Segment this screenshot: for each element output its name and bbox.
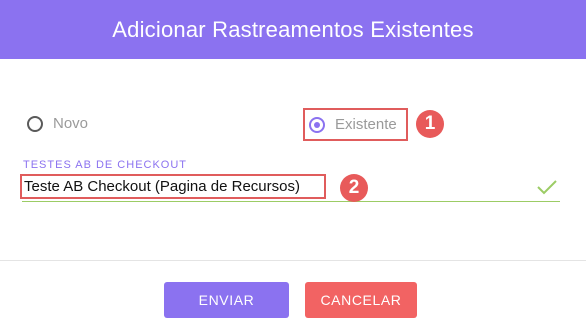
dialog-header: Adicionar Rastreamentos Existentes (0, 0, 586, 59)
radio-label-novo: Novo (53, 115, 89, 132)
dialog-title: Adicionar Rastreamentos Existentes (112, 16, 474, 42)
footer-divider (0, 260, 586, 261)
radio-checked-icon[interactable] (309, 116, 325, 133)
field-underline (22, 201, 560, 202)
checkout-ab-tests-label: TESTES AB DE CHECKOUT (23, 159, 188, 171)
radio-option-novo[interactable]: Novo (27, 115, 88, 132)
radio-unchecked-icon[interactable] (27, 115, 43, 132)
cancel-button[interactable]: CANCELAR (305, 282, 417, 318)
submit-button[interactable]: ENVIAR (164, 282, 289, 318)
tracking-type-radio-group: Novo Existente (0, 106, 586, 146)
radio-option-existente[interactable]: Existente (303, 108, 408, 141)
radio-label-existente: Existente (335, 116, 397, 133)
check-icon (537, 180, 557, 195)
annotation-badge-1: 1 (416, 110, 444, 138)
annotation-badge-2: 2 (340, 174, 368, 202)
checkout-ab-test-select[interactable]: Teste AB Checkout (Pagina de Recursos) (20, 174, 326, 199)
